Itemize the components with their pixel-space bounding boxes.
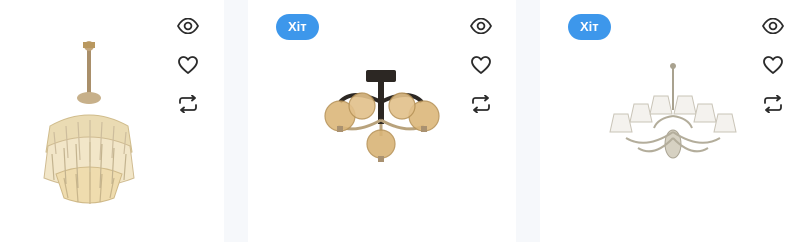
quick-view-button[interactable] — [176, 14, 200, 38]
compare-button[interactable] — [469, 92, 493, 116]
product-actions — [761, 14, 785, 131]
heart-icon — [178, 56, 198, 74]
heart-icon — [471, 56, 491, 74]
product-actions — [469, 14, 493, 131]
heart-icon — [763, 56, 783, 74]
compare-icon — [178, 95, 198, 113]
product-actions — [176, 14, 200, 131]
product-card[interactable]: Хіт — [248, 0, 516, 242]
hit-badge: Хіт — [568, 14, 611, 40]
compare-button[interactable] — [761, 92, 785, 116]
compare-button[interactable] — [176, 92, 200, 116]
product-card[interactable]: Хіт — [540, 0, 800, 242]
compare-icon — [471, 95, 491, 113]
product-image-amber-chandelier[interactable] — [308, 62, 458, 182]
eye-icon — [177, 18, 199, 34]
eye-icon — [470, 18, 492, 34]
product-image-crystal-chandelier[interactable] — [30, 34, 150, 214]
compare-icon — [763, 95, 783, 113]
hit-badge: Хіт — [276, 14, 319, 40]
product-image-shade-chandelier[interactable] — [598, 58, 748, 178]
wishlist-button[interactable] — [761, 53, 785, 77]
wishlist-button[interactable] — [176, 53, 200, 77]
eye-icon — [762, 18, 784, 34]
quick-view-button[interactable] — [469, 14, 493, 38]
wishlist-button[interactable] — [469, 53, 493, 77]
quick-view-button[interactable] — [761, 14, 785, 38]
product-card[interactable] — [0, 0, 224, 242]
